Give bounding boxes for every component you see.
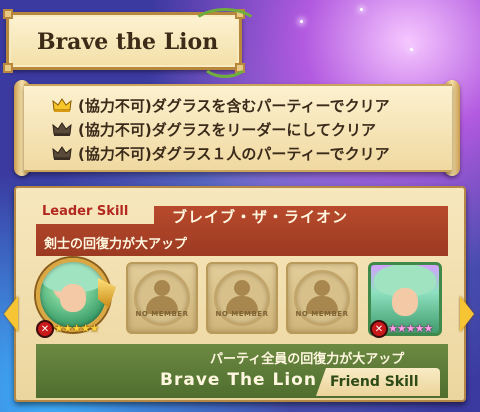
condition-text: (協力不可)ダグラス１人のパーティーでクリア — [78, 144, 390, 163]
previous-party-arrow-icon[interactable] — [4, 296, 18, 332]
condition-text: (協力不可)ダグラスを含むパーティーでクリア — [78, 96, 390, 115]
silver-crown-icon — [52, 122, 72, 136]
no-member-label: NO MEMBER — [215, 310, 269, 318]
condition-item: (協力不可)ダグラスを含むパーティーでクリア — [52, 94, 390, 116]
friend-skill-label: Friend Skill — [330, 374, 419, 390]
friend-rarity-stars: ★★★★★ — [388, 322, 433, 335]
leader-skill-description: 剣士の回復力が大アップ — [44, 237, 188, 252]
no-member-label: NO MEMBER — [135, 310, 189, 318]
no-member-label: NO MEMBER — [295, 310, 349, 318]
sparkle-decoration — [360, 8, 363, 11]
sparkle-decoration — [410, 48, 413, 51]
clear-conditions-scroll: (協力不可)ダグラスを含むパーティーでクリア (協力不可)ダグラスをリーダーにし… — [24, 84, 452, 172]
vine-decoration — [200, 44, 250, 78]
empty-member-icon — [314, 280, 330, 296]
condition-text: (協力不可)ダグラスをリーダーにしてクリア — [78, 120, 376, 139]
vine-decoration — [190, 8, 260, 48]
friend-skill-description: パーティ全員の回復力が大アップ — [210, 352, 405, 367]
friend-skill-name: Brave The Lion — [160, 370, 317, 390]
silver-crown-icon — [52, 146, 72, 160]
friend-unit[interactable]: ✕ ★★★★★ — [368, 262, 444, 338]
leader-skill-label: Leader Skill — [42, 204, 129, 219]
empty-member-icon — [154, 280, 170, 296]
banner-corner — [3, 63, 13, 73]
leader-unit[interactable]: ✕ ★★★★★ — [36, 258, 116, 338]
party-slot-empty[interactable]: NO MEMBER — [206, 262, 278, 334]
banner-corner — [3, 9, 13, 19]
leader-rarity-stars: ★★★★★ — [54, 322, 99, 335]
empty-member-icon — [234, 280, 250, 296]
party-slot-empty[interactable]: NO MEMBER — [126, 262, 198, 334]
condition-item: (協力不可)ダグラスをリーダーにしてクリア — [52, 118, 376, 140]
fire-element-icon: ✕ — [36, 320, 54, 338]
gold-crown-icon — [52, 98, 72, 112]
sparkle-decoration — [300, 20, 303, 23]
leader-skill-name: ブレイブ・ザ・ライオン — [172, 208, 349, 226]
next-party-arrow-icon[interactable] — [460, 296, 474, 332]
fire-element-icon: ✕ — [370, 320, 388, 338]
party-slot-empty[interactable]: NO MEMBER — [286, 262, 358, 334]
condition-item: (協力不可)ダグラス１人のパーティーでクリア — [52, 142, 390, 164]
